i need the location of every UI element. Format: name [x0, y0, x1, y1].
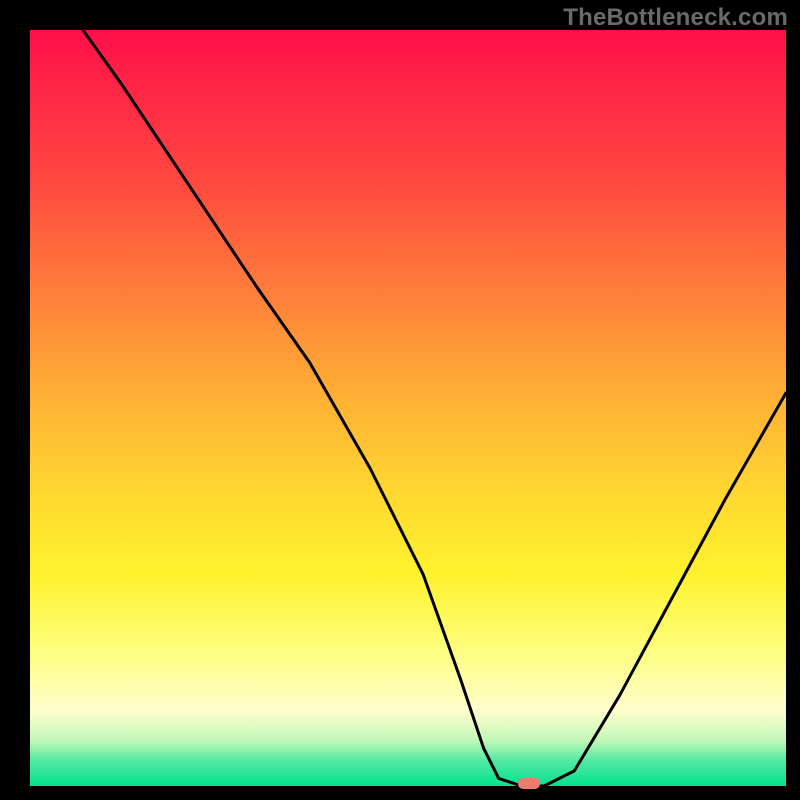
chart-container: TheBottleneck.com — [0, 0, 800, 800]
watermark-text: TheBottleneck.com — [563, 4, 788, 32]
bottleneck-chart — [0, 0, 800, 800]
plot-background — [30, 30, 786, 786]
optimal-marker — [518, 778, 540, 789]
